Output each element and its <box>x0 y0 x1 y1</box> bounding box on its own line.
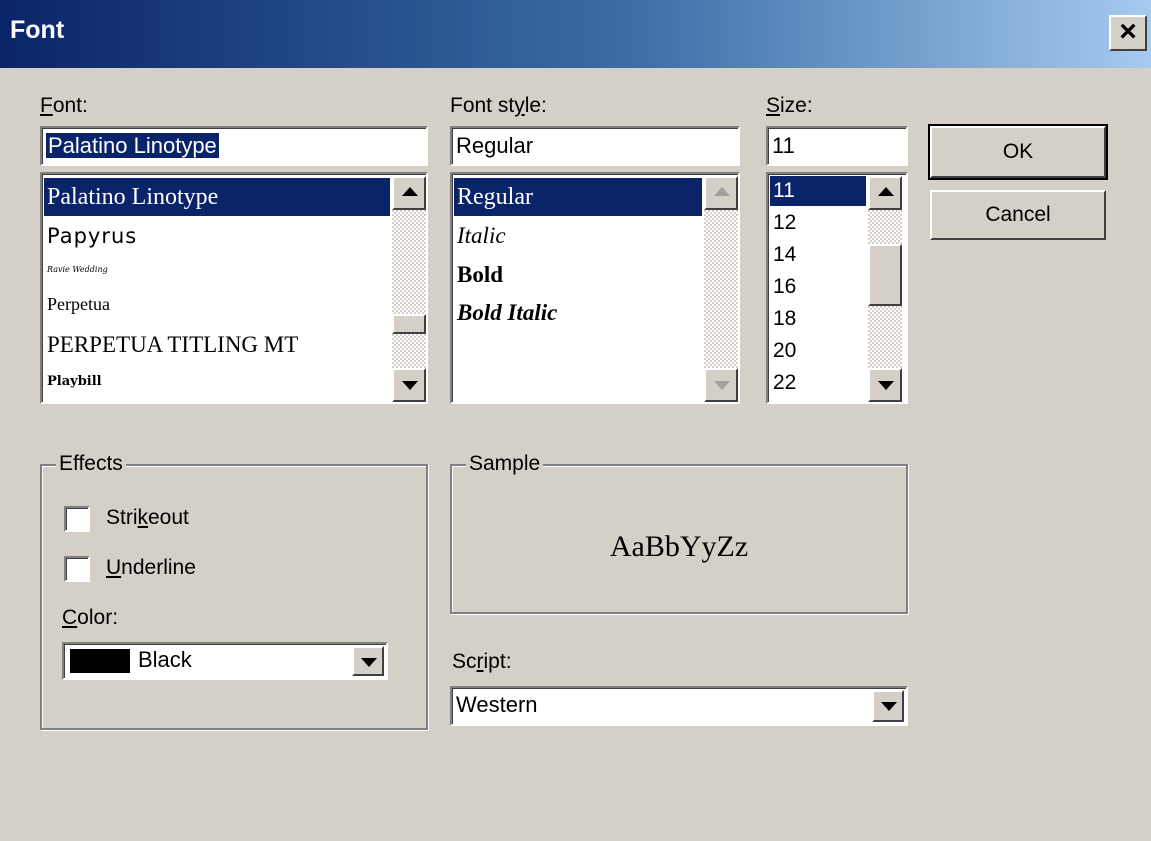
font-style-label: Font style: <box>450 94 547 117</box>
list-item[interactable]: Bold Italic <box>454 294 557 332</box>
chevron-down-icon <box>881 702 897 711</box>
list-item[interactable]: Papyrus <box>44 218 137 254</box>
scroll-thumb[interactable] <box>868 244 902 306</box>
arrow-down-icon <box>878 381 894 390</box>
list-item[interactable]: Palatino Linotype <box>44 178 390 216</box>
font-list[interactable]: Palatino Linotype Papyrus Ravie Wedding … <box>40 172 428 404</box>
font-style-scrollbar <box>704 176 738 402</box>
list-item[interactable]: Bold <box>454 256 503 294</box>
chevron-down-icon <box>361 658 377 667</box>
size-list[interactable]: 11 12 14 16 18 20 22 <box>766 172 908 404</box>
color-swatch <box>70 649 130 673</box>
font-list-scrollbar[interactable] <box>392 176 426 402</box>
scroll-down-button <box>704 368 738 402</box>
size-label: Size: <box>766 94 813 117</box>
cancel-button[interactable]: Cancel <box>930 190 1106 240</box>
scroll-down-button[interactable] <box>392 368 426 402</box>
scroll-up-button[interactable] <box>392 176 426 210</box>
size-input[interactable]: 11 <box>766 126 908 166</box>
list-item[interactable]: Regular <box>454 178 702 216</box>
list-item[interactable]: Perpetua <box>44 286 110 322</box>
font-style-input[interactable]: Regular <box>450 126 740 166</box>
sample-preview-text: AaBbYyZz <box>609 530 749 563</box>
underline-label: Underline <box>106 556 196 579</box>
list-item[interactable]: Italic <box>454 218 506 254</box>
list-item[interactable]: 12 <box>770 208 796 238</box>
scroll-thumb[interactable] <box>392 314 426 334</box>
list-item[interactable]: 20 <box>770 336 796 366</box>
strikeout-checkbox[interactable] <box>64 506 90 532</box>
ok-button[interactable]: OK <box>928 124 1108 180</box>
underline-checkbox[interactable] <box>64 556 90 582</box>
script-dropdown-button[interactable] <box>872 690 904 722</box>
effects-group <box>40 464 428 730</box>
arrow-up-icon <box>714 187 730 196</box>
effects-title: Effects <box>56 452 126 476</box>
color-value: Black <box>138 647 192 672</box>
font-name-value: Palatino Linotype <box>46 133 219 158</box>
color-label: Color: <box>62 606 119 629</box>
list-item[interactable]: 18 <box>770 304 796 334</box>
strikeout-label: Strikeout <box>106 506 189 529</box>
arrow-down-icon <box>402 381 418 390</box>
list-item[interactable]: 14 <box>770 240 796 270</box>
arrow-up-icon <box>878 187 894 196</box>
dialog-title: Font <box>10 16 65 44</box>
arrow-down-icon <box>714 381 730 390</box>
font-style-list[interactable]: Regular Italic Bold Bold Italic <box>450 172 740 404</box>
scroll-up-button <box>704 176 738 210</box>
font-label: Font: <box>40 94 88 117</box>
script-label: Script: <box>452 650 512 673</box>
list-item[interactable]: Playbill <box>44 366 102 398</box>
font-dialog: Font × Font: Palatino Linotype Palatino … <box>0 0 1151 841</box>
list-item[interactable]: 22 <box>770 368 796 398</box>
sample-title: Sample <box>466 452 544 476</box>
scroll-down-button[interactable] <box>868 368 902 402</box>
title-bar[interactable]: Font × <box>0 0 1151 68</box>
list-item[interactable]: PERPETUA TITLING MT <box>44 326 298 364</box>
size-list-scrollbar[interactable] <box>868 176 902 402</box>
scroll-up-button[interactable] <box>868 176 902 210</box>
list-item[interactable]: 11 <box>770 176 866 206</box>
color-dropdown-button[interactable] <box>352 646 384 676</box>
font-name-input[interactable]: Palatino Linotype <box>40 126 428 166</box>
script-value: Western <box>456 692 538 717</box>
script-select[interactable]: Western <box>450 686 908 726</box>
list-item[interactable]: 16 <box>770 272 796 302</box>
list-item[interactable]: Ravie Wedding <box>44 256 108 284</box>
arrow-up-icon <box>402 187 418 196</box>
close-icon[interactable]: × <box>1109 15 1147 51</box>
color-select[interactable]: Black <box>62 642 388 680</box>
